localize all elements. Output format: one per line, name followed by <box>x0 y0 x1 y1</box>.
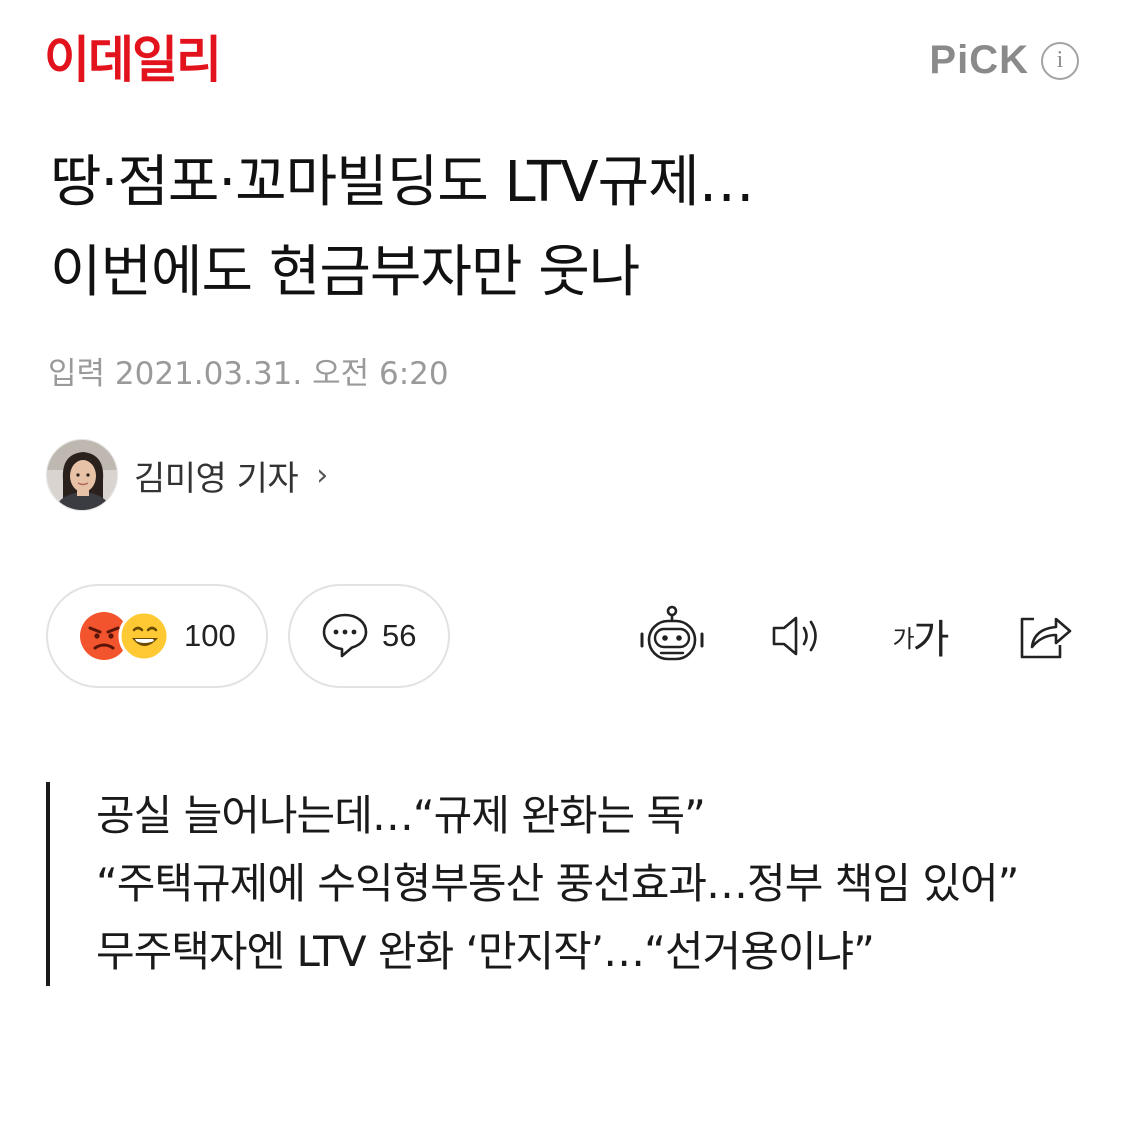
chevron-right-icon: › <box>316 457 329 493</box>
summary-line-1: 공실 늘어나는데…“규제 완화는 독” <box>96 791 706 840</box>
summary-line-2: “주택규제에 수익형부동산 풍선효과…정부 책임 있어” <box>96 859 1019 908</box>
info-icon[interactable]: i <box>1041 41 1079 80</box>
headline-line-2: 이번에도 현금부자만 웃나 <box>50 240 640 305</box>
speaker-icon[interactable] <box>762 598 830 674</box>
publisher-logo[interactable]: 이데일리 <box>44 30 222 90</box>
robot-summary-icon[interactable] <box>636 598 708 674</box>
comment-bubble-icon <box>320 609 370 663</box>
summary-line-3: 무주택자엔 LTV 완화 ‘만지작’…“선거용이냐” <box>96 927 875 976</box>
author-link[interactable]: 김미영 기자 › <box>46 437 328 513</box>
pick-label: PiCK <box>929 38 1029 82</box>
article-timestamp: 입력 2021.03.31. 오전 6:20 <box>48 356 449 392</box>
pick-badge[interactable]: PiCK i <box>929 38 1079 83</box>
font-size-large-label: 가 <box>912 617 950 663</box>
reaction-emojis <box>78 610 172 662</box>
reaction-count: 100 <box>184 618 236 653</box>
author-avatar <box>46 439 118 511</box>
comment-button[interactable]: 56 <box>288 584 450 688</box>
article-page: 이데일리 PiCK i 땅·점포·꼬마빌딩도 LTV규제… 이번에도 현금부자만… <box>0 0 1125 1125</box>
grinning-face-icon <box>118 610 170 662</box>
font-size-small-label: 가 <box>892 624 915 653</box>
comment-count: 56 <box>382 618 417 653</box>
article-headline: 땅·점포·꼬마빌딩도 LTV규제… 이번에도 현금부자만 웃나 <box>50 138 1090 318</box>
headline-line-1: 땅·점포·꼬마빌딩도 LTV규제… <box>50 150 755 215</box>
share-icon[interactable] <box>1010 598 1076 674</box>
author-name: 김미영 기자 <box>134 458 299 499</box>
article-summary: 공실 늘어나는데…“규제 완화는 독” “주택규제에 수익형부동산 풍선효과…정… <box>46 782 1046 986</box>
font-size-icon[interactable]: 가가 <box>880 598 960 674</box>
reaction-button[interactable]: 100 <box>46 584 268 688</box>
